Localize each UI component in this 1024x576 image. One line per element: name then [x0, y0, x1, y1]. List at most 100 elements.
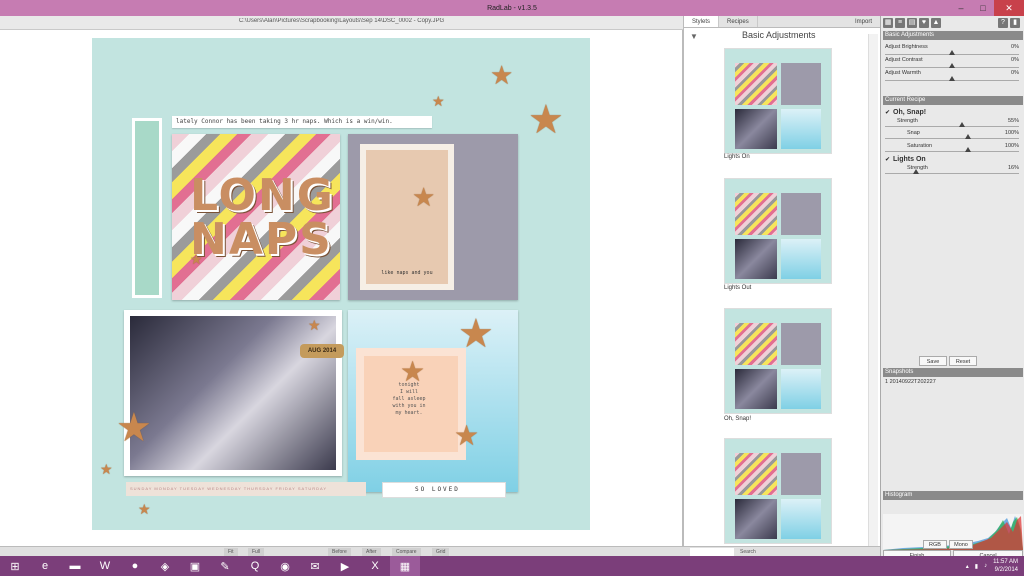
check-icon[interactable]: ✔ — [885, 156, 890, 163]
clock-date: 9/2/2014 — [994, 567, 1018, 573]
preset-label[interactable]: Lights Out — [724, 285, 751, 291]
gallery-icon[interactable]: ▤ — [907, 18, 917, 28]
tab-stylets[interactable]: Stylets — [684, 16, 720, 27]
thumb-tile — [781, 369, 821, 409]
clock[interactable]: 11:57 AM 9/2/2014 — [993, 558, 1018, 574]
heart-icon[interactable]: ♥ — [919, 18, 929, 28]
network-icon[interactable]: ▮ — [975, 563, 978, 570]
snapshots-header[interactable]: Snapshots — [883, 368, 1023, 377]
warmth-label: Adjust Warmth — [885, 70, 921, 76]
stamp-icon[interactable]: ▲ — [931, 18, 941, 28]
oh-snap-strength-slider[interactable] — [885, 122, 1019, 127]
preset-group-title[interactable]: Basic Adjustments — [742, 30, 816, 40]
basic-adjustments-header[interactable]: Basic Adjustments — [883, 31, 1023, 40]
title-bar[interactable]: RadLab - v1.3.5 – □ ✕ — [0, 0, 1024, 16]
slider-knob[interactable] — [959, 122, 965, 127]
thumb-tile — [735, 499, 777, 539]
preset-scrollbar[interactable] — [868, 34, 878, 550]
slider-knob[interactable] — [949, 50, 955, 55]
internet-explorer-icon[interactable]: e — [30, 556, 60, 576]
after-button[interactable]: After — [362, 548, 381, 556]
preset-thumbnail-oh-snap[interactable] — [724, 308, 832, 414]
before-button[interactable]: Before — [328, 548, 351, 556]
reset-button[interactable]: Reset — [949, 356, 977, 366]
histogram-header[interactable]: Histogram — [883, 491, 1023, 500]
star-icon: ★ — [528, 98, 564, 142]
media-player-icon[interactable]: ▶ — [330, 556, 360, 576]
mail-icon[interactable]: ✉ — [300, 556, 330, 576]
rgb-tab[interactable]: RGB — [923, 540, 947, 549]
journal-text: tonight I will fall asleep with you in m… — [392, 382, 426, 416]
close-button[interactable]: ✕ — [994, 0, 1024, 16]
chrome-icon[interactable]: ◉ — [270, 556, 300, 576]
image-editor-icon[interactable]: ▣ — [180, 556, 210, 576]
thumb-tile — [781, 193, 821, 235]
preset-label[interactable]: Oh, Snap! — [724, 416, 751, 422]
slider-knob[interactable] — [949, 63, 955, 68]
calendar-strip: SUNDAY MONDAY TUESDAY WEDNESDAY THURSDAY… — [126, 482, 366, 496]
window-controls: – □ ✕ — [950, 0, 1024, 16]
compare-button[interactable]: Compare — [392, 548, 421, 556]
image-canvas[interactable]: lately Connor has been taking 3 hr naps.… — [0, 30, 683, 546]
thumb-tile — [735, 239, 777, 279]
contrast-slider[interactable] — [885, 63, 1019, 68]
mono-tab[interactable]: Mono — [949, 540, 973, 549]
paint-icon[interactable]: ✎ — [210, 556, 240, 576]
full-button[interactable]: Full — [248, 548, 265, 556]
long-naps-title: LONG NAPS — [190, 170, 335, 265]
lock-icon[interactable]: ▮ — [1010, 18, 1020, 28]
check-icon[interactable]: ✔ — [885, 109, 890, 116]
tray-arrow-icon[interactable]: ▴ — [966, 563, 969, 570]
snapshot-item[interactable]: 1 20140922T202227 — [885, 379, 1019, 385]
preset-thumbnail[interactable] — [724, 438, 832, 544]
volume-icon[interactable]: ♪ — [984, 563, 987, 569]
panel-toolbar: ▦ ≡ ▤ ♥ ▲ — [883, 18, 941, 30]
preset-label[interactable]: Lights On — [724, 154, 750, 160]
lights-on-strength-slider[interactable] — [885, 169, 1019, 174]
scrapbook-layout-image: lately Connor has been taking 3 hr naps.… — [92, 38, 590, 530]
minimize-button[interactable]: – — [950, 0, 972, 16]
slider-knob[interactable] — [913, 169, 919, 174]
search-input[interactable] — [690, 548, 734, 556]
file-path-bar: C:\Users\Alan\Pictures\Scrapbooking\Layo… — [0, 16, 683, 30]
preset-thumbnail-lights-on[interactable] — [724, 48, 832, 154]
quicken-icon[interactable]: Q — [240, 556, 270, 576]
excel-icon[interactable]: X — [360, 556, 390, 576]
slider-knob[interactable] — [965, 147, 971, 152]
preset-thumbnail-lights-out[interactable] — [724, 178, 832, 284]
contrast-label: Adjust Contrast — [885, 57, 923, 63]
import-button[interactable]: Import — [855, 16, 872, 28]
saturation-slider[interactable] — [885, 147, 1019, 152]
firefox-icon[interactable]: ● — [120, 556, 150, 576]
brightness-label: Adjust Brightness — [885, 44, 928, 50]
thumb-tile — [781, 239, 821, 279]
star-icon: ★ — [100, 461, 113, 477]
collapse-triangle-icon[interactable]: ▼ — [690, 32, 698, 41]
slider-knob[interactable] — [965, 134, 971, 139]
list-view-icon[interactable]: ≡ — [895, 18, 905, 28]
grid-button[interactable]: Grid — [432, 548, 450, 556]
date-tag: AUG 2014 — [300, 344, 344, 358]
file-explorer-icon[interactable]: ▬ — [60, 556, 90, 576]
picasa-icon[interactable]: ◈ — [150, 556, 180, 576]
brightness-slider[interactable] — [885, 50, 1019, 55]
word-icon[interactable]: W — [90, 556, 120, 576]
contrast-value: 0% — [1011, 57, 1019, 63]
fit-button[interactable]: Fit — [224, 548, 238, 556]
photo-image — [130, 316, 336, 470]
current-recipe-header[interactable]: Current Recipe — [883, 96, 1023, 105]
maximize-button[interactable]: □ — [972, 0, 994, 16]
slider-knob[interactable] — [949, 76, 955, 81]
snap-slider[interactable] — [885, 134, 1019, 139]
polaroid-card: like naps and you — [360, 144, 454, 290]
warmth-slider[interactable] — [885, 76, 1019, 81]
help-icon[interactable]: ? — [998, 18, 1008, 28]
tab-recipes[interactable]: Recipes — [719, 16, 758, 27]
save-button[interactable]: Save — [919, 356, 947, 366]
thumb-tile — [735, 453, 777, 495]
radlab-taskbar-icon[interactable]: ▦ — [390, 556, 420, 576]
thumb-tile — [781, 323, 821, 365]
grid-view-icon[interactable]: ▦ — [883, 18, 893, 28]
start-button[interactable]: ⊞ — [0, 556, 30, 576]
windows-taskbar: ⊞ e ▬ W ● ◈ ▣ ✎ Q ◉ ✉ ▶ X ▦ ▴ ▮ ♪ 11:57 … — [0, 556, 1024, 576]
